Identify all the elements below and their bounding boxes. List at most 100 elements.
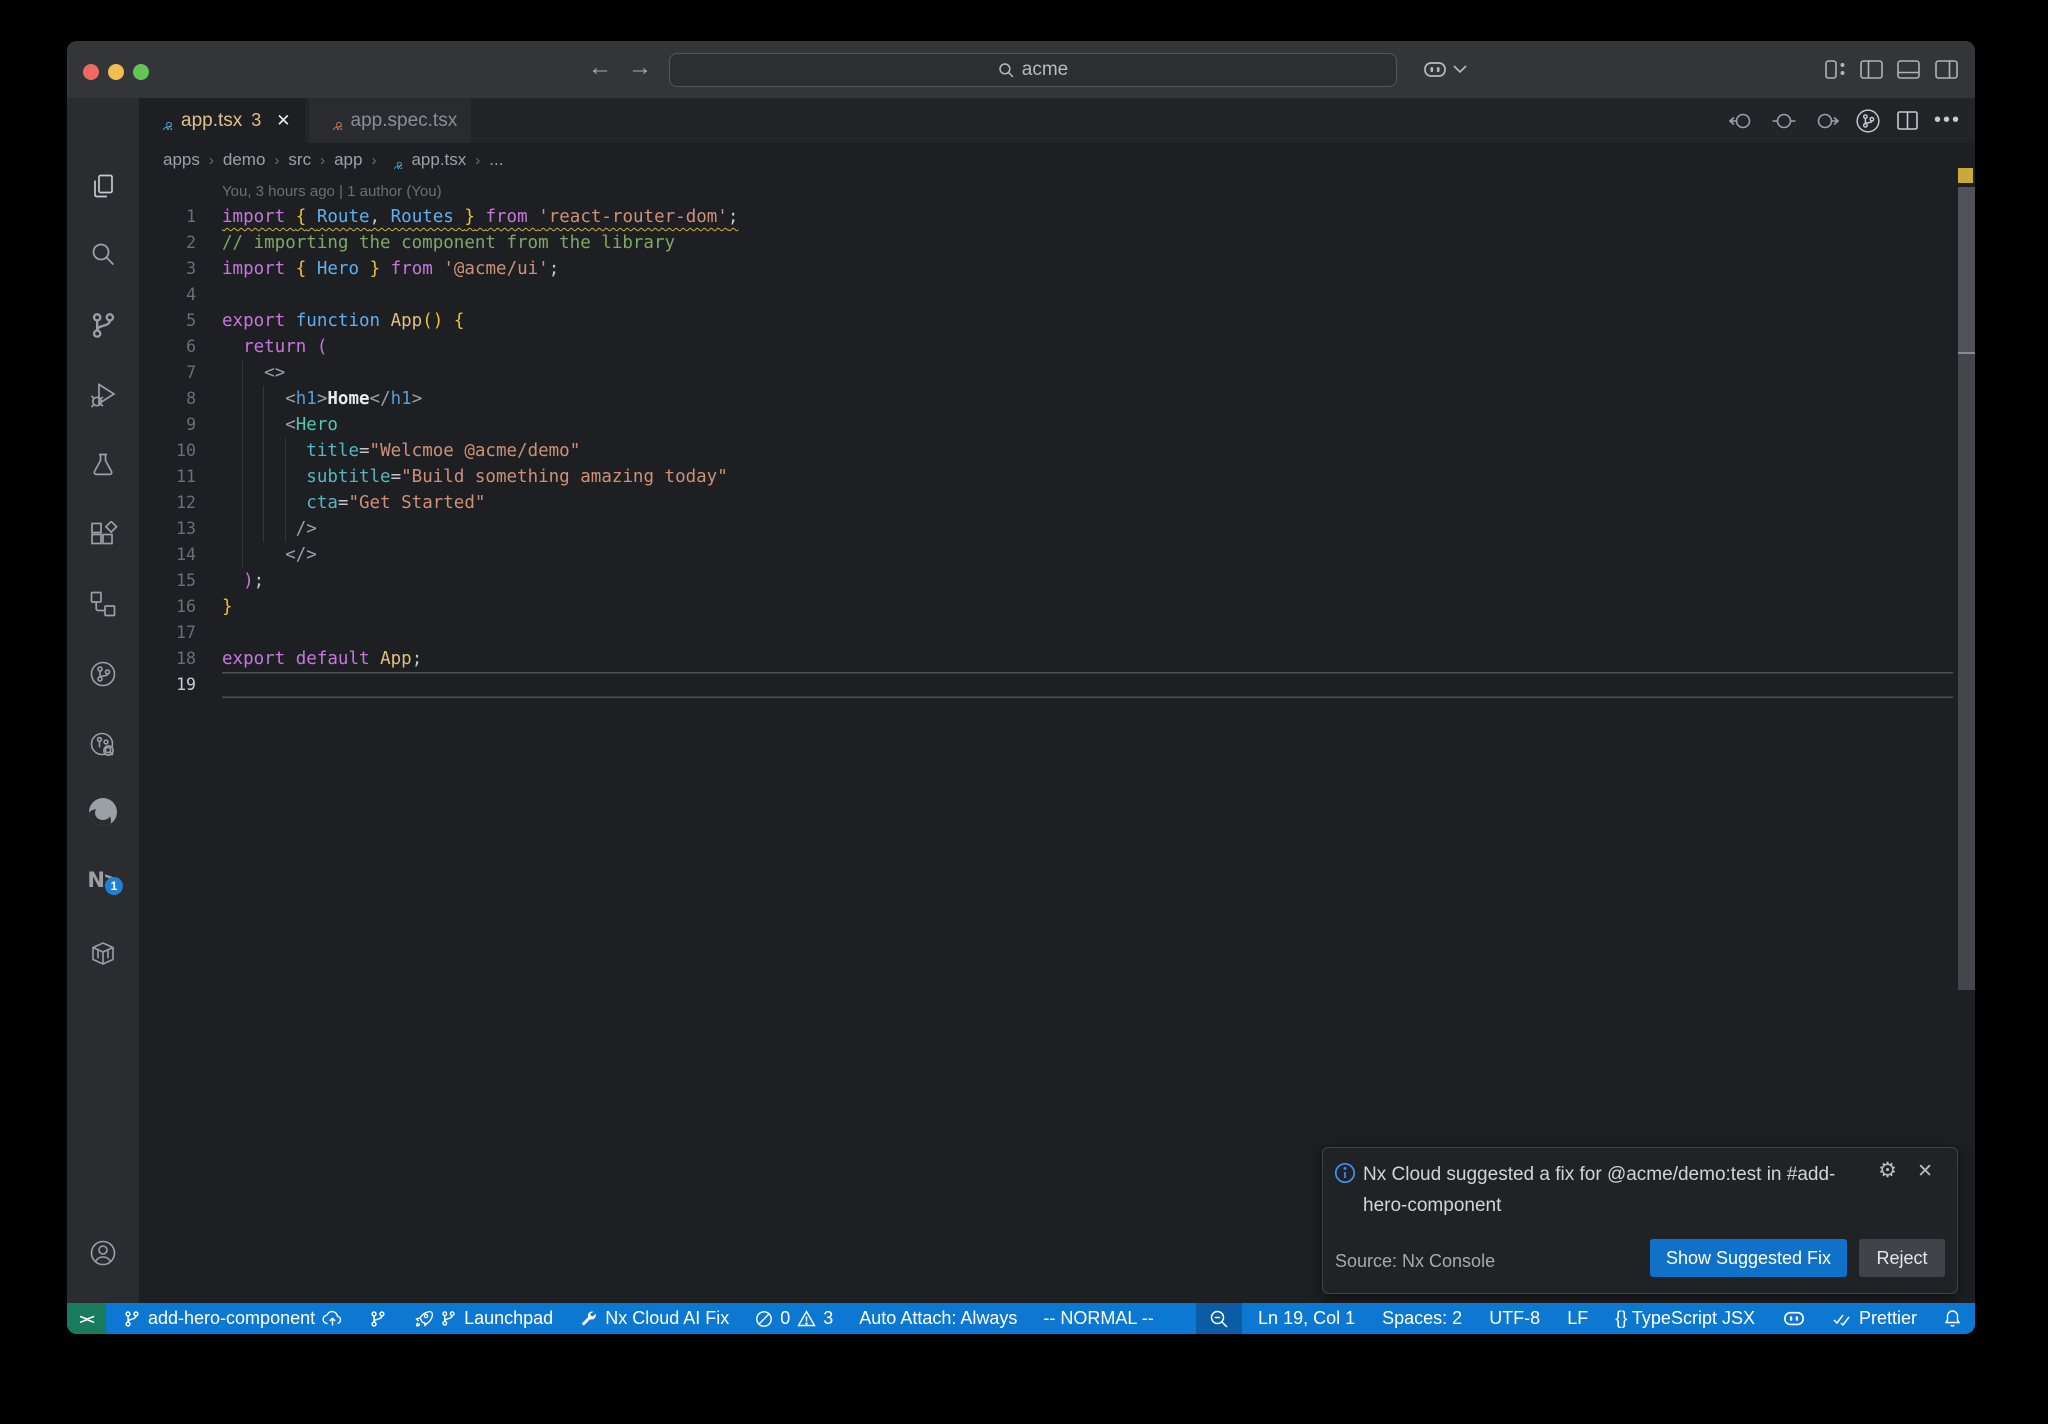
breadcrumb-separator: › (371, 151, 377, 169)
gitlens-graph-icon[interactable] (1855, 108, 1881, 134)
code-line-15[interactable]: 15 ); (139, 568, 1975, 594)
code-line-11[interactable]: 11 subtitle="Build something amazing tod… (139, 464, 1975, 490)
auto-attach-status-item[interactable]: Auto Attach: Always (859, 1308, 1017, 1329)
problems-status-item[interactable]: 0 3 (755, 1308, 833, 1329)
nx-cloud-fix-status-item[interactable]: Nx Cloud AI Fix (579, 1308, 729, 1329)
code-text: cta="Get Started" (306, 493, 486, 513)
containers-icon[interactable] (88, 939, 118, 969)
code-line-10[interactable]: 10 title="Welcmoe @acme/demo" (139, 438, 1975, 464)
accounts-icon[interactable] (88, 1238, 118, 1268)
code-line-13[interactable]: 13 /> (139, 516, 1975, 542)
code-line-17[interactable]: 17 (139, 620, 1975, 646)
line-number: 9 (186, 415, 196, 434)
branch-name: add-hero-component (148, 1308, 316, 1328)
gitlens-icon[interactable] (88, 659, 118, 689)
search-view-icon[interactable] (88, 240, 118, 270)
current-change-icon[interactable] (1772, 112, 1796, 130)
branch-status-item[interactable]: add-hero-component (123, 1308, 343, 1329)
breadcrumb-item-more[interactable]: ... (489, 150, 503, 170)
breadcrumb-item-app[interactable]: app (334, 150, 362, 170)
edge-browser-icon[interactable] (88, 797, 118, 827)
code-line-1[interactable]: 1 import { Route, Routes } from 'react-ro… (139, 204, 1975, 230)
code-editor[interactable]: You, 3 hours ago | 1 author (You) 1 impor… (139, 177, 1975, 1303)
testing-icon[interactable] (88, 451, 118, 481)
toggle-secondary-sidebar-icon[interactable] (1935, 60, 1958, 79)
code-line-8[interactable]: 8 <h1>Home</h1> (139, 386, 1975, 412)
code-line-9[interactable]: 9 <Hero (139, 412, 1975, 438)
code-line-12[interactable]: 12 cta="Get Started" (139, 490, 1975, 516)
cursor-position[interactable]: Ln 19, Col 1 (1258, 1308, 1355, 1329)
breadcrumb-item-file[interactable]: app.tsx (411, 150, 466, 170)
code-lines: 1 import { Route, Routes } from 'react-ro… (139, 204, 1975, 698)
indentation[interactable]: Spaces: 2 (1382, 1308, 1462, 1329)
close-window-button[interactable] (83, 64, 99, 80)
encoding[interactable]: UTF-8 (1489, 1308, 1540, 1329)
code-text: return ( (243, 337, 328, 357)
code-text: export default App; (222, 649, 423, 669)
extensions-icon[interactable] (88, 521, 118, 551)
scrollbar-slider[interactable] (1958, 187, 1975, 352)
breadcrumb-item-demo[interactable]: demo (223, 150, 266, 170)
line-number: 2 (186, 233, 196, 252)
tab-app-tsx[interactable]: app.tsx 3 ✕ (139, 98, 305, 143)
code-line-2[interactable]: 2 // importing the component from the lib… (139, 230, 1975, 256)
error-count: 0 (780, 1308, 791, 1328)
code-line-18[interactable]: 18 export default App; (139, 646, 1975, 672)
remote-indicator[interactable]: >< (67, 1303, 106, 1334)
copilot-status-icon[interactable] (1782, 1309, 1806, 1329)
code-line-19[interactable]: 19 (139, 672, 1975, 698)
notification-close-icon[interactable]: ✕ (1917, 1160, 1933, 1183)
eol-sequence[interactable]: LF (1567, 1308, 1588, 1329)
breadcrumb-item-apps[interactable]: apps (163, 150, 200, 170)
toggle-panel-icon[interactable] (1897, 60, 1920, 79)
language-mode[interactable]: {} TypeScript JSX (1615, 1308, 1755, 1329)
customize-layout-icon[interactable] (1825, 60, 1848, 79)
line-number: 10 (176, 441, 196, 460)
vim-mode-status-item[interactable]: -- NORMAL -- (1043, 1308, 1153, 1329)
code-line-5[interactable]: 5 export function App() { (139, 308, 1975, 334)
go-forward-icon[interactable] (1812, 112, 1839, 130)
notification-gear-icon[interactable]: ⚙ (1878, 1158, 1897, 1182)
split-editor-icon[interactable] (1897, 111, 1918, 130)
scrollbar-slider-lower[interactable] (1958, 354, 1975, 990)
code-line-3[interactable]: 3 import { Hero } from '@acme/ui'; (139, 256, 1975, 282)
run-debug-icon[interactable] (88, 380, 118, 410)
react-icon (323, 111, 342, 130)
code-line-4[interactable]: 4 (139, 282, 1975, 308)
tab-problem-count: 3 (251, 110, 262, 130)
warning-icon (797, 1310, 816, 1327)
command-center-search[interactable]: acme (669, 53, 1397, 87)
chevron-down-icon[interactable] (1453, 65, 1467, 74)
code-line-7[interactable]: 7 <> (139, 360, 1975, 386)
source-control-icon[interactable] (88, 310, 118, 340)
prettier-status-item[interactable]: Prettier (1833, 1308, 1917, 1329)
close-tab-icon[interactable]: ✕ (276, 111, 290, 131)
project-graph-icon[interactable] (88, 589, 118, 619)
explorer-icon[interactable] (88, 172, 118, 202)
copilot-icon[interactable] (1422, 59, 1448, 81)
line-number: 6 (186, 337, 196, 356)
forward-arrow-icon[interactable]: → (625, 54, 655, 82)
back-arrow-icon[interactable]: ← (585, 54, 615, 82)
minimize-window-button[interactable] (108, 64, 124, 80)
code-line-16[interactable]: 16} (139, 594, 1975, 620)
git-graph-status-item[interactable] (369, 1310, 387, 1328)
tab-app-spec-tsx[interactable]: app.spec.tsx (308, 98, 472, 143)
status-bar: >< add-hero-component Launchpad Nx Cloud… (67, 1303, 1975, 1334)
zoom-out-button[interactable] (1196, 1303, 1243, 1334)
go-back-icon[interactable] (1728, 112, 1756, 130)
reject-button[interactable]: Reject (1859, 1239, 1945, 1277)
bell-icon[interactable] (1944, 1309, 1961, 1328)
breadcrumb-item-src[interactable]: src (288, 150, 311, 170)
code-line-14[interactable]: 14 </> (139, 542, 1975, 568)
zoom-window-button[interactable] (133, 64, 149, 80)
toggle-primary-sidebar-icon[interactable] (1860, 60, 1883, 79)
vscode-window: ← → acme N> 1 app.tsx 3 ✕ app.spec.tsx •… (67, 41, 1975, 1334)
code-line-6[interactable]: 6 return ( (139, 334, 1975, 360)
show-suggested-fix-button[interactable]: Show Suggested Fix (1650, 1239, 1847, 1277)
statusbar-right: Ln 19, Col 1 Spaces: 2 UTF-8 LF {} TypeS… (1242, 1308, 1975, 1329)
code-text: import { Hero } from '@acme/ui'; (222, 259, 560, 279)
commit-graph-icon[interactable] (88, 730, 118, 760)
more-actions-icon[interactable]: ••• (1934, 109, 1961, 132)
launchpad-status-item[interactable]: Launchpad (413, 1308, 553, 1329)
